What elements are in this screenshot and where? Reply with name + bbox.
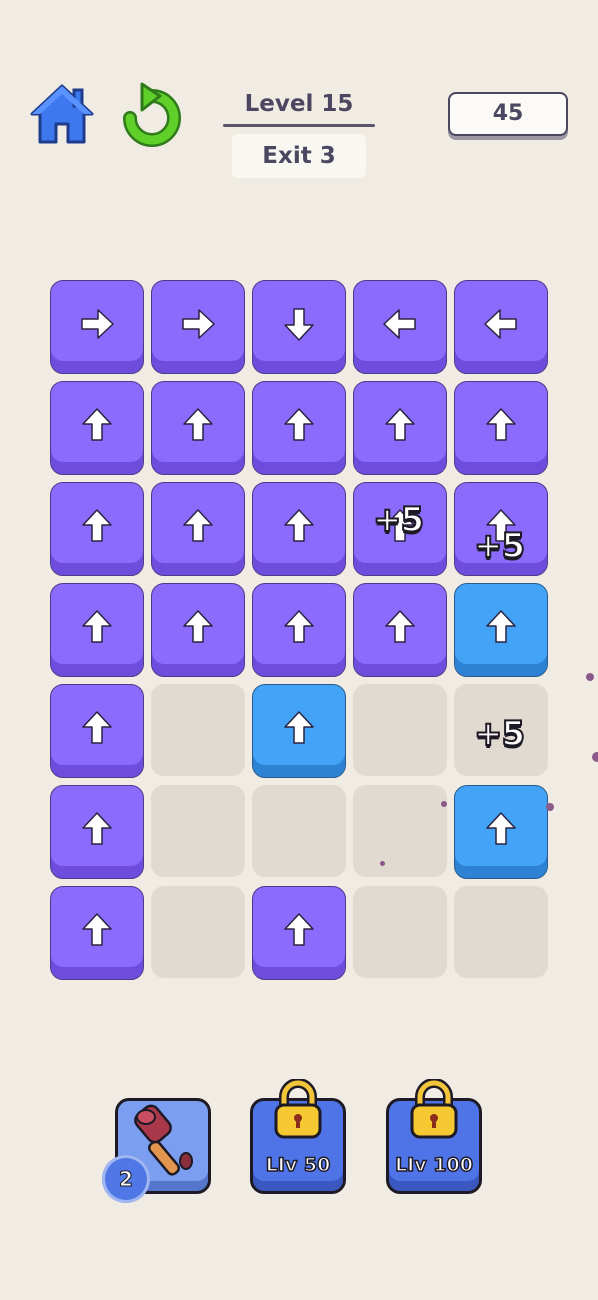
particle <box>546 803 554 811</box>
locked-booster-level-100[interactable]: LIv 100 <box>386 1079 482 1194</box>
home-icon <box>30 84 94 144</box>
arrow-tile-up[interactable] <box>151 381 245 475</box>
bonus-plus-five-popup: +5 <box>473 713 526 755</box>
arrow-tile-up[interactable] <box>50 482 144 576</box>
empty-cell <box>151 886 245 978</box>
particle <box>592 752 598 762</box>
bonus-plus-five-popup: +5 <box>372 499 425 541</box>
arrow-up-icon <box>284 610 314 643</box>
arrow-tile-up[interactable] <box>454 583 548 677</box>
arrow-tile-up[interactable] <box>151 583 245 677</box>
empty-cell <box>454 886 548 978</box>
lock-icon <box>410 1079 458 1139</box>
empty-cell <box>353 684 447 776</box>
arrow-up-icon <box>385 610 415 643</box>
arrow-down-icon <box>284 308 314 341</box>
arrow-up-icon <box>82 913 112 946</box>
arrow-tile-up[interactable] <box>252 482 346 576</box>
particle <box>586 673 594 681</box>
moves-counter: 45 <box>448 92 568 136</box>
arrow-tile-up[interactable] <box>454 785 548 879</box>
arrow-tile-down[interactable] <box>252 280 346 374</box>
arrow-tile-up[interactable] <box>252 886 346 980</box>
level-label: Level 15 <box>244 91 354 117</box>
arrow-tile-up[interactable] <box>50 381 144 475</box>
arrow-up-icon <box>486 812 516 845</box>
lock-icon <box>274 1079 322 1139</box>
home-button[interactable] <box>28 82 96 148</box>
arrow-up-icon <box>284 913 314 946</box>
empty-cell <box>151 785 245 877</box>
level-divider <box>223 124 375 127</box>
arrow-up-icon <box>82 509 112 542</box>
arrow-tile-up[interactable] <box>353 583 447 677</box>
arrow-up-icon <box>82 711 112 744</box>
exit-label: Exit 3 <box>232 134 366 178</box>
arrow-tile-up[interactable] <box>454 381 548 475</box>
arrow-tile-left[interactable] <box>454 280 548 374</box>
bonus-plus-five-popup: +5 <box>473 525 526 567</box>
arrow-tile-right[interactable] <box>151 280 245 374</box>
arrow-tile-up[interactable] <box>50 684 144 778</box>
particle <box>441 801 447 807</box>
level-header: Level 15 <box>222 88 376 127</box>
arrow-tile-left[interactable] <box>353 280 447 374</box>
arrow-tile-up[interactable] <box>50 785 144 879</box>
arrow-tile-up[interactable] <box>353 381 447 475</box>
empty-cell <box>353 886 447 978</box>
arrow-tile-right[interactable] <box>50 280 144 374</box>
arrow-tile-up[interactable] <box>50 886 144 980</box>
hammer-count-badge: 2 <box>102 1155 150 1203</box>
arrow-up-icon <box>486 408 516 441</box>
restart-icon <box>123 82 181 147</box>
arrow-up-icon <box>183 408 213 441</box>
arrow-tile-up[interactable] <box>50 583 144 677</box>
arrow-right-icon <box>81 309 114 339</box>
particle <box>380 861 385 866</box>
arrow-up-icon <box>385 408 415 441</box>
arrow-tile-up[interactable] <box>252 684 346 778</box>
arrow-up-icon <box>486 610 516 643</box>
arrow-up-icon <box>82 812 112 845</box>
locked-booster-level-50[interactable]: LIv 50 <box>250 1079 346 1194</box>
arrow-up-icon <box>284 408 314 441</box>
lock-level-label: LIv 100 <box>394 1153 473 1177</box>
arrow-tile-up[interactable] <box>252 381 346 475</box>
arrow-right-icon <box>182 309 215 339</box>
arrow-tile-up[interactable] <box>252 583 346 677</box>
restart-button[interactable] <box>120 82 184 148</box>
arrow-left-icon <box>484 309 517 339</box>
arrow-up-icon <box>82 408 112 441</box>
hammer-booster-button[interactable]: 2 <box>102 1098 211 1203</box>
arrow-up-icon <box>284 509 314 542</box>
arrow-up-icon <box>183 509 213 542</box>
arrow-up-icon <box>284 711 314 744</box>
arrow-up-icon <box>183 610 213 643</box>
empty-cell <box>353 785 447 877</box>
lock-level-label: LIv 50 <box>265 1153 331 1177</box>
arrow-tile-up[interactable] <box>151 482 245 576</box>
empty-cell <box>151 684 245 776</box>
arrow-up-icon <box>82 610 112 643</box>
arrow-left-icon <box>383 309 416 339</box>
game-board: +5 +5 +5 <box>50 280 550 982</box>
empty-cell <box>252 785 346 877</box>
